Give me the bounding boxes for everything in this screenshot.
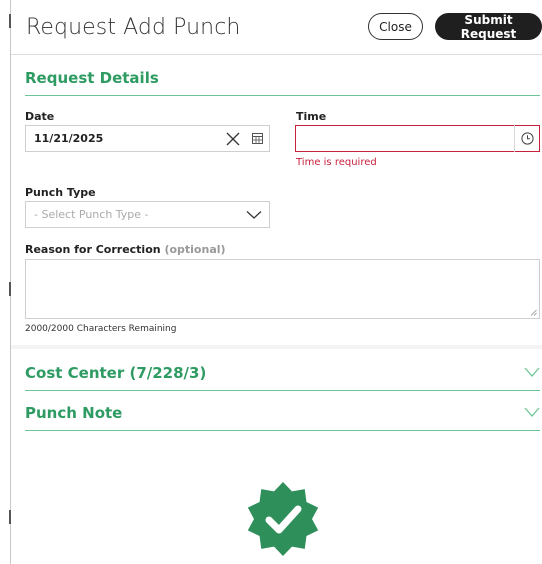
date-field: 11/21/2025 [25, 125, 270, 152]
chevron-down-icon [239, 202, 269, 227]
dialog-header: Request Add Punch Close Submit Request [11, 0, 542, 55]
request-details-heading: Request Details [25, 69, 540, 96]
time-field [295, 125, 540, 152]
page-title: Request Add Punch [26, 15, 241, 40]
verified-badge-icon [247, 482, 319, 556]
section-divider [11, 345, 542, 349]
calendar-icon[interactable] [245, 125, 269, 152]
close-button[interactable]: Close [368, 13, 423, 40]
clock-icon[interactable] [515, 126, 539, 151]
punch-note-heading: Punch Note [25, 404, 123, 422]
reason-label-text: Reason for Correction [25, 243, 161, 256]
cost-center-heading: Cost Center (7/228/3) [25, 364, 207, 382]
punch-note-section-toggle[interactable]: Punch Note [25, 404, 540, 431]
punch-type-label: Punch Type [25, 186, 96, 199]
chevron-down-icon [524, 367, 540, 377]
character-counter: 2000/2000 Characters Remaining [25, 324, 177, 334]
reason-textarea[interactable] [25, 259, 540, 319]
reason-label: Reason for Correction (optional) [25, 243, 226, 256]
reason-optional-tag: (optional) [164, 243, 226, 256]
chevron-down-icon [524, 407, 540, 417]
request-details-title: Request Details [25, 69, 159, 87]
time-error-message: Time is required [296, 157, 377, 168]
date-input[interactable]: 11/21/2025 [26, 132, 221, 145]
clear-icon[interactable] [221, 125, 245, 152]
date-label: Date [25, 110, 55, 123]
punch-type-placeholder: - Select Punch Type - [34, 208, 149, 221]
submit-request-button[interactable]: Submit Request [435, 13, 542, 41]
left-divider [9, 0, 11, 564]
cost-center-section-toggle[interactable]: Cost Center (7/228/3) [25, 364, 540, 391]
punch-type-select[interactable]: - Select Punch Type - [25, 201, 270, 228]
time-label: Time [296, 110, 327, 123]
resize-handle-icon[interactable] [530, 309, 537, 316]
